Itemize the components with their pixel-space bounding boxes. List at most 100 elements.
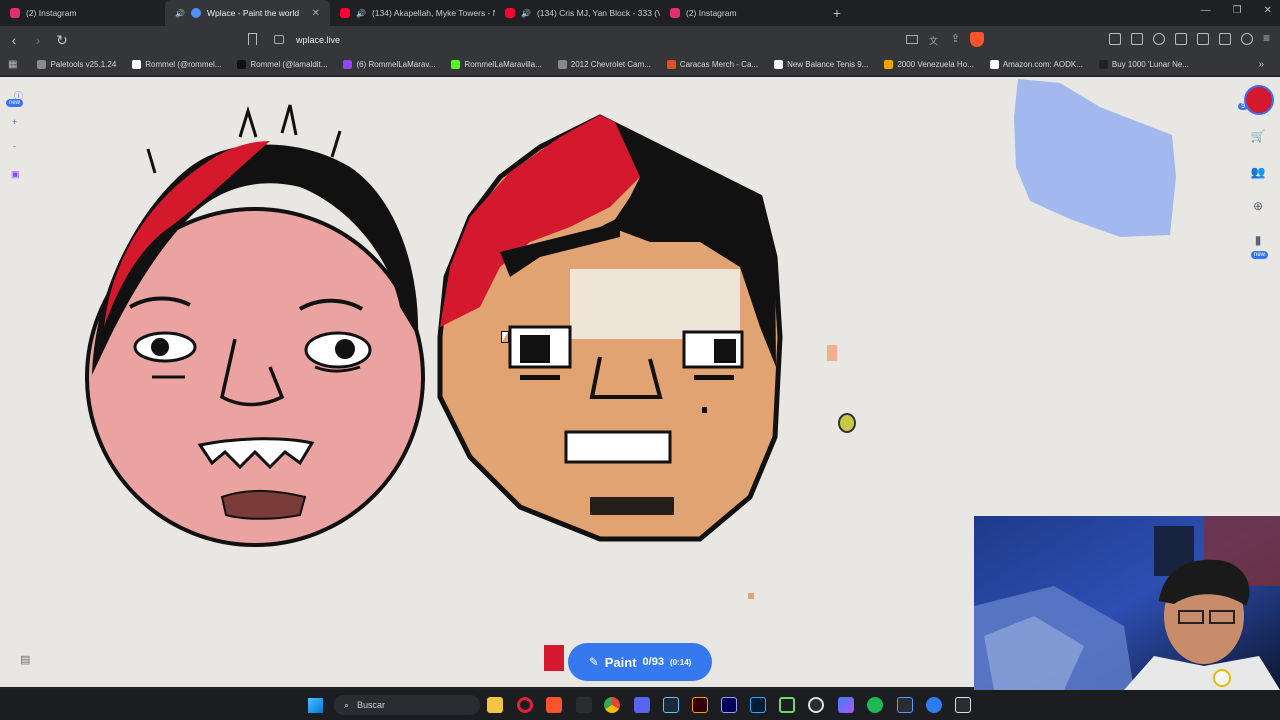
- bookmark-label: (6) RommelLaMarav...: [356, 60, 436, 69]
- tiktok-icon: [237, 60, 247, 69]
- bookmark-label: Rommel (@lamaldit...: [250, 60, 328, 69]
- speaker-icon[interactable]: 🔊: [356, 9, 366, 18]
- group-icon[interactable]: 👥: [1250, 165, 1266, 181]
- bookmark-label: New Balance Tenis 9...: [787, 60, 869, 69]
- speaker-icon[interactable]: 🔊: [521, 9, 531, 18]
- minimize-icon[interactable]: —: [1201, 5, 1211, 16]
- tab-title: (2) Instagram: [26, 8, 77, 18]
- app-icon[interactable]: [926, 697, 942, 713]
- bookmark-item[interactable]: Rommel (@rommel...: [126, 60, 227, 69]
- close-icon[interactable]: ✕: [312, 8, 320, 19]
- avatar[interactable]: [1244, 85, 1274, 115]
- install-icon[interactable]: [906, 35, 918, 44]
- share-icon[interactable]: ⇪: [951, 32, 960, 45]
- sidebar-icon[interactable]: [1174, 33, 1187, 45]
- zoom-in-button[interactable]: +: [12, 117, 17, 127]
- leo-icon[interactable]: [1196, 33, 1209, 45]
- brave-shield-icon[interactable]: [970, 32, 984, 47]
- bookmark-item[interactable]: 2012 Chevrolet Cam...: [552, 60, 657, 69]
- spotify-icon[interactable]: [867, 697, 883, 713]
- file-explorer-icon[interactable]: [487, 697, 503, 713]
- tab-youtube-2[interactable]: 🔊 (134) Cris MJ, Yan Block - 333 (Vi: [495, 0, 660, 26]
- bookmark-favicon: [1098, 60, 1108, 69]
- wallet-icon[interactable]: [1130, 33, 1143, 45]
- windows-start-icon[interactable]: [308, 698, 323, 713]
- opera-icon[interactable]: [517, 697, 533, 713]
- discord-icon[interactable]: [634, 697, 650, 713]
- bookmark-item[interactable]: Amazon.com: AODK...: [984, 60, 1089, 69]
- tab-youtube-1[interactable]: 🔊 (134) Akapellah, Myke Towers - Negr: [330, 0, 495, 26]
- app-icon[interactable]: [576, 697, 592, 713]
- youtube-icon: [340, 8, 350, 18]
- amazon-icon: [989, 60, 999, 69]
- illustrator-icon[interactable]: [692, 697, 708, 713]
- zoom-out-button[interactable]: -: [13, 141, 16, 151]
- bookmark-label: RommelLaMaravilla...: [464, 60, 542, 69]
- bookmark-label: Paletools v25.1.24: [50, 60, 117, 69]
- window-controls: — ❐ ✕: [1201, 5, 1272, 16]
- instagram-icon: [10, 8, 20, 18]
- search-location-icon[interactable]: ⊕: [1250, 199, 1266, 215]
- new-tab-button[interactable]: +: [825, 5, 849, 21]
- tab-title: (134) Cris MJ, Yan Block - 333 (Vi: [536, 8, 660, 18]
- menu-icon[interactable]: ≡: [1263, 32, 1270, 45]
- taskbar-search[interactable]: ⌕ Buscar: [334, 695, 480, 715]
- premiere-icon[interactable]: [721, 697, 737, 713]
- youtube-icon: [505, 8, 515, 18]
- app-icon[interactable]: [897, 697, 913, 713]
- reload-icon[interactable]: ↻: [52, 32, 72, 49]
- bookmark-item[interactable]: RommelLaMaravilla...: [445, 60, 547, 69]
- forward-icon[interactable]: ›: [28, 32, 48, 48]
- new-badge: new: [1250, 251, 1268, 259]
- bookmark-item[interactable]: (6) RommelLaMarav...: [337, 60, 441, 69]
- bookmark-item[interactable]: Rommel (@lamaldit...: [231, 60, 333, 69]
- apps-grid-icon[interactable]: ▦: [8, 59, 17, 70]
- blue-region: [1014, 79, 1176, 237]
- map-icon[interactable]: ▤: [20, 653, 34, 667]
- mouse-cursor-icon: [501, 331, 509, 343]
- translate-icon[interactable]: 文: [929, 34, 938, 47]
- app-icon[interactable]: [779, 697, 795, 713]
- chrome-icon[interactable]: [604, 697, 620, 713]
- site-info-icon[interactable]: [274, 35, 284, 44]
- bookmark-favicon: [666, 60, 676, 69]
- photoshop-icon[interactable]: [750, 697, 766, 713]
- bookmark-label: 2000 Venezuela Ho...: [897, 60, 974, 69]
- tab-instagram-1[interactable]: (2) Instagram: [0, 0, 165, 26]
- media-icon[interactable]: [1152, 33, 1165, 45]
- tab-instagram-2[interactable]: (2) Instagram: [660, 0, 825, 26]
- search-icon: ⌕: [344, 699, 350, 710]
- back-icon[interactable]: ‹: [4, 32, 24, 48]
- close-window-icon[interactable]: ✕: [1264, 5, 1272, 16]
- bookmark-favicon: [557, 60, 567, 69]
- extensions-icon[interactable]: [1108, 33, 1121, 45]
- rewards-icon[interactable]: [1240, 33, 1253, 45]
- bookmark-icon[interactable]: [248, 33, 257, 45]
- webcam-image: [974, 516, 1280, 690]
- windows-taskbar: ⌕ Buscar: [0, 690, 1280, 720]
- cart-icon[interactable]: 🛒: [1250, 129, 1266, 145]
- bookmark-item[interactable]: Paletools v25.1.24: [31, 60, 122, 69]
- app-icon[interactable]: [808, 697, 824, 713]
- bookmark-item[interactable]: Buy 1000 'Lunar Ne...: [1093, 60, 1195, 69]
- app-icon[interactable]: [955, 697, 971, 713]
- steam-icon[interactable]: [663, 697, 679, 713]
- speaker-icon[interactable]: 🔊: [175, 9, 185, 18]
- tab-wplace[interactable]: 🔊 Wplace - Paint the world ✕: [165, 0, 330, 26]
- red-pixel-block: [544, 645, 564, 671]
- bookmark-item[interactable]: New Balance Tenis 9...: [768, 60, 874, 69]
- tab-title: (134) Akapellah, Myke Towers - Negr: [371, 8, 495, 18]
- address-bar[interactable]: wplace.live 文 ⇪: [244, 28, 994, 52]
- bookmark-item[interactable]: Caracas Merch - Ca...: [661, 60, 764, 69]
- brave-icon[interactable]: [546, 697, 562, 713]
- more-bookmarks-icon[interactable]: »: [1258, 59, 1264, 70]
- search-placeholder: Buscar: [357, 700, 386, 710]
- twitch-icon[interactable]: ▣: [11, 169, 20, 180]
- bookmark-item[interactable]: 2000 Venezuela Ho...: [878, 60, 980, 69]
- paint-button[interactable]: ✎ Paint 0/93 (0:14): [568, 643, 712, 681]
- vpn-icon[interactable]: [1218, 33, 1231, 45]
- app-icon[interactable]: [838, 697, 854, 713]
- toolbar-icons: ≡: [1108, 32, 1270, 45]
- restore-icon[interactable]: ❐: [1233, 5, 1242, 16]
- leaderboard-icon[interactable]: ▮: [1250, 233, 1266, 249]
